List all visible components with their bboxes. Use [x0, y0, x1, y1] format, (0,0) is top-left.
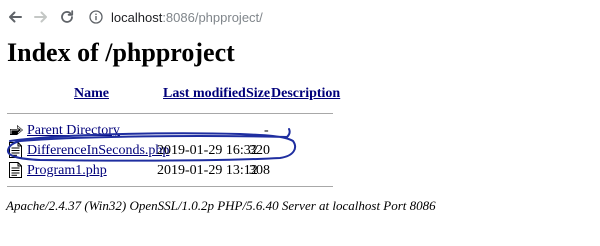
- file-size: 320: [249, 143, 270, 158]
- info-icon[interactable]: [89, 10, 103, 24]
- server-signature: Apache/2.4.37 (Win32) OpenSSL/1.0.2p PHP…: [6, 198, 436, 213]
- file-modified-date: 2019-01-29 13:12: [157, 163, 258, 178]
- parent-directory-link[interactable]: Parent Directory: [27, 123, 120, 139]
- file-link-program1[interactable]: Program1.php: [27, 163, 107, 179]
- parent-size: -: [264, 123, 269, 138]
- file-size: 308: [249, 163, 270, 178]
- back-arrow-icon: [9, 11, 22, 23]
- reload-button[interactable]: [55, 5, 79, 29]
- forward-arrow-icon: [34, 11, 47, 23]
- address-bar[interactable]: localhost:8086/phpproject/: [83, 5, 593, 29]
- sort-by-last-modified-link[interactable]: Last modified: [163, 86, 246, 102]
- reload-icon: [61, 10, 74, 23]
- forward-button[interactable]: [29, 5, 53, 29]
- url-host: localhost: [111, 9, 163, 25]
- back-folder-icon: [10, 125, 23, 135]
- sort-by-name-link[interactable]: Name: [74, 86, 109, 102]
- page-title: Index of /phpproject: [7, 38, 235, 67]
- browser-toolbar: localhost:8086/phpproject/: [0, 0, 600, 34]
- sort-by-description-link[interactable]: Description: [271, 86, 340, 102]
- sort-by-size-link[interactable]: Size: [246, 86, 270, 102]
- file-link-differenceinseconds[interactable]: DifferenceInSeconds.php: [27, 143, 169, 159]
- back-button[interactable]: [3, 5, 27, 29]
- file-icon: [9, 162, 22, 178]
- file-icon: [9, 142, 22, 158]
- file-modified-date: 2019-01-29 16:32: [157, 143, 258, 158]
- url-path: :8086/phpproject/: [162, 9, 263, 25]
- header-divider: [7, 113, 333, 114]
- footer-divider: [7, 186, 333, 187]
